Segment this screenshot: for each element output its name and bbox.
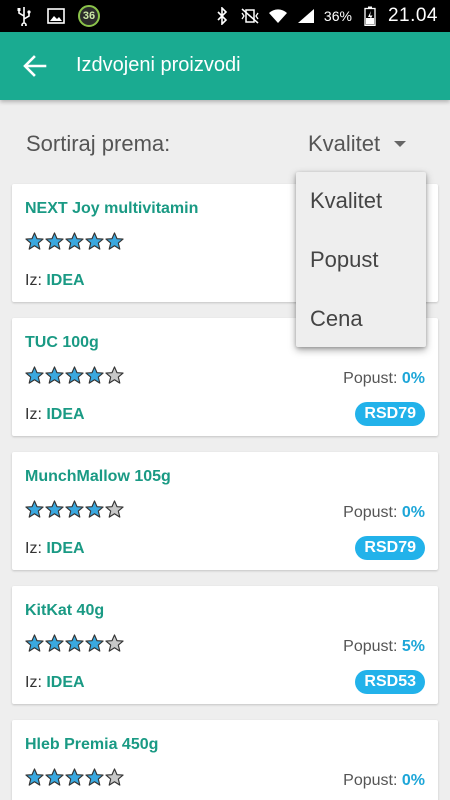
page-title: Izdvojeni proizvodi xyxy=(76,54,241,76)
star-empty-icon xyxy=(105,500,124,518)
rating-stars xyxy=(25,232,124,251)
sort-select[interactable]: Kvalitet xyxy=(308,131,407,157)
discount-line: Popust: 5% xyxy=(343,638,425,655)
star-empty-icon xyxy=(105,366,124,384)
discount-value: 0% xyxy=(401,504,425,521)
image-icon xyxy=(46,6,66,26)
star-filled-icon xyxy=(105,232,124,250)
discount-line: Popust: 0% xyxy=(343,504,425,521)
star-filled-icon xyxy=(45,366,64,384)
usb-icon xyxy=(14,6,34,26)
star-filled-icon xyxy=(65,232,84,250)
sort-label: Sortiraj prema: xyxy=(26,131,171,156)
star-filled-icon xyxy=(25,768,44,786)
chevron-down-icon xyxy=(394,141,407,147)
star-filled-icon xyxy=(85,366,104,384)
star-filled-icon xyxy=(45,232,64,250)
star-filled-icon xyxy=(25,634,44,652)
sort-option-kvalitet[interactable]: Kvalitet xyxy=(310,188,382,214)
vibrate-mute-icon xyxy=(240,6,260,26)
star-empty-icon xyxy=(105,634,124,652)
discount-value: 5% xyxy=(401,638,425,655)
bluetooth-icon xyxy=(212,6,232,26)
price-badge: RSD79 xyxy=(355,402,425,426)
signal-icon xyxy=(296,6,316,26)
star-filled-icon xyxy=(65,366,84,384)
battery-charging-icon xyxy=(360,6,380,26)
star-filled-icon xyxy=(65,768,84,786)
rating-stars xyxy=(25,366,124,385)
back-button[interactable] xyxy=(18,49,52,83)
store-name: IDEA xyxy=(46,674,85,691)
discount-value: 0% xyxy=(401,772,425,789)
product-name: TUC 100g xyxy=(25,334,99,351)
rating-stars xyxy=(25,768,124,787)
price-badge: RSD53 xyxy=(355,670,425,694)
sort-option-cena[interactable]: Cena xyxy=(310,306,363,332)
star-filled-icon xyxy=(65,500,84,518)
star-filled-icon xyxy=(85,634,104,652)
wifi-icon xyxy=(268,6,288,26)
arrow-back-icon xyxy=(23,55,47,77)
product-card[interactable]: KitKat 40g Popust: 5% Iz: IDEA RSD53 xyxy=(12,586,438,704)
star-filled-icon xyxy=(45,500,64,518)
star-filled-icon xyxy=(85,768,104,786)
star-filled-icon xyxy=(45,634,64,652)
sort-dropdown-menu: Kvalitet Popust Cena xyxy=(296,172,426,347)
star-filled-icon xyxy=(65,634,84,652)
product-name: MunchMallow 105g xyxy=(25,468,171,485)
star-filled-icon xyxy=(45,768,64,786)
star-filled-icon xyxy=(25,232,44,250)
store-line: Iz: IDEA xyxy=(25,540,85,557)
product-name: Hleb Premia 450g xyxy=(25,736,159,753)
discount-line: Popust: 0% xyxy=(343,370,425,387)
star-filled-icon xyxy=(25,366,44,384)
product-card[interactable]: MunchMallow 105g Popust: 0% Iz: IDEA RSD… xyxy=(12,452,438,570)
product-card[interactable]: Hleb Premia 450g Popust: 0% xyxy=(12,720,438,800)
discount-line: Popust: 0% xyxy=(343,772,425,789)
store-line: Iz: IDEA xyxy=(25,406,85,423)
product-name: NEXT Joy multivitamin xyxy=(25,200,199,217)
sort-selected-value: Kvalitet xyxy=(308,131,381,156)
star-filled-icon xyxy=(85,500,104,518)
star-empty-icon xyxy=(105,768,124,786)
product-name: KitKat 40g xyxy=(25,602,105,619)
star-filled-icon xyxy=(25,500,44,518)
star-filled-icon xyxy=(85,232,104,250)
store-name: IDEA xyxy=(46,406,85,423)
store-name: IDEA xyxy=(46,272,85,289)
rating-stars xyxy=(25,634,124,653)
store-line: Iz: IDEA xyxy=(25,272,85,289)
rating-stars xyxy=(25,500,124,519)
price-badge: RSD79 xyxy=(355,536,425,560)
store-name: IDEA xyxy=(46,540,85,557)
clock: 21.04 xyxy=(387,5,438,26)
status-bar: 36 36% 21.04 xyxy=(0,0,450,32)
notification-badge: 36 xyxy=(78,5,100,27)
battery-percent: 36% xyxy=(323,8,352,24)
discount-value: 0% xyxy=(401,370,425,387)
store-line: Iz: IDEA xyxy=(25,674,85,691)
sort-option-popust[interactable]: Popust xyxy=(310,247,379,273)
app-toolbar: Izdvojeni proizvodi xyxy=(0,32,450,100)
